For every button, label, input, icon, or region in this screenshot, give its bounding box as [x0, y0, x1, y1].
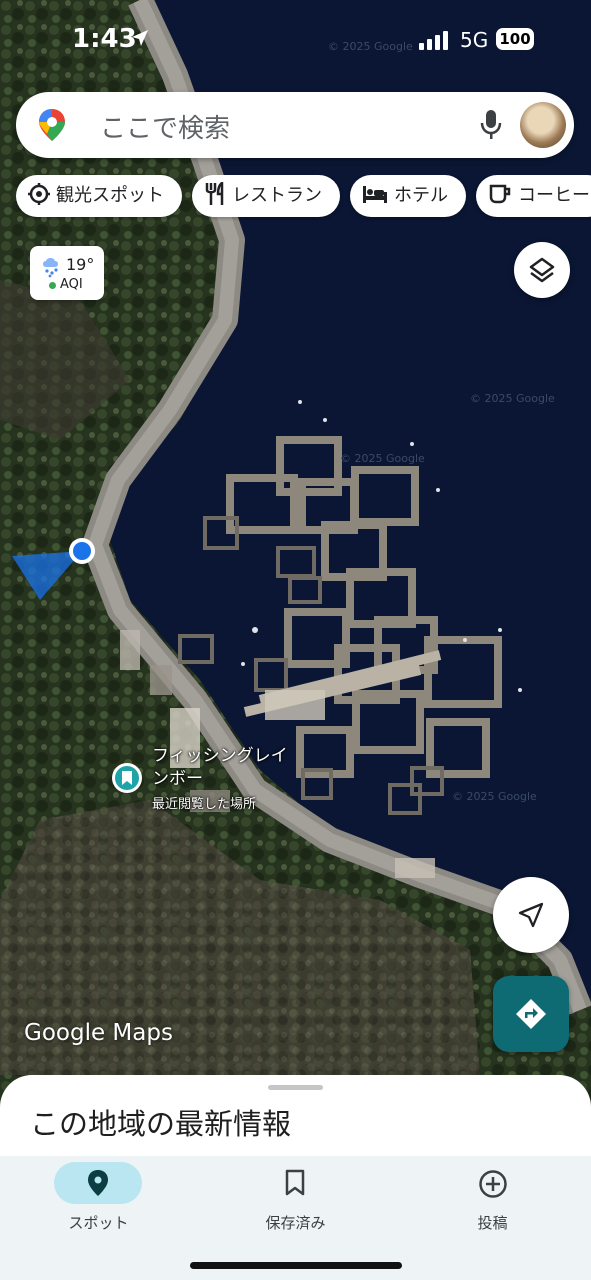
sheet-title: この地域の最新情報	[30, 1107, 292, 1141]
google-maps-pin-icon	[38, 108, 66, 146]
attraction-icon	[28, 182, 50, 210]
google-maps-watermark: Google Maps	[24, 1020, 173, 1046]
nav-label: 投稿	[477, 1214, 508, 1232]
bookmark-icon	[283, 1169, 307, 1201]
place-label[interactable]: フィッシングレイ ンボー 最近閲覧した場所	[152, 745, 288, 812]
weather-temperature: 19°	[66, 255, 95, 274]
restaurant-icon	[204, 180, 226, 211]
nav-item-contribute[interactable]: 投稿	[394, 1156, 591, 1266]
chip-attractions[interactable]: 観光スポット	[16, 175, 182, 217]
nav-item-spots[interactable]: スポット	[0, 1156, 197, 1266]
directions-icon	[513, 996, 549, 1036]
network-type: 5G	[460, 28, 489, 52]
map-copyright: © 2025 Google	[470, 392, 555, 405]
category-chips: 観光スポット レストラン ホテル コーヒー	[16, 175, 591, 221]
sheet-drag-handle[interactable]	[268, 1085, 323, 1090]
home-indicator	[190, 1262, 402, 1269]
nav-label: スポット	[68, 1214, 129, 1232]
cell-signal-icon	[418, 30, 450, 54]
directions-button[interactable]	[493, 976, 569, 1052]
search-bar[interactable]: ここで検索	[16, 92, 574, 158]
layers-button[interactable]	[514, 242, 570, 298]
chip-coffee[interactable]: コーヒー	[476, 175, 591, 217]
chip-restaurants[interactable]: レストラン	[192, 175, 340, 217]
aqi-label: AQI	[60, 277, 83, 292]
aqi-status-dot	[49, 282, 56, 289]
navigation-arrow-icon	[517, 901, 545, 933]
profile-avatar[interactable]	[520, 102, 566, 148]
battery-level: 100	[496, 28, 534, 50]
chip-label: レストラン	[232, 185, 322, 206]
hotel-icon	[362, 184, 388, 209]
microphone-icon[interactable]	[478, 108, 504, 146]
search-input[interactable]: ここで検索	[100, 108, 230, 145]
layers-icon	[528, 256, 556, 288]
map-copyright: © 2025 Google	[340, 452, 425, 465]
status-bar: 1:43 5G 100	[0, 0, 591, 80]
coffee-icon	[488, 183, 512, 210]
weather-widget[interactable]: 19° AQI	[30, 246, 104, 300]
map-copyright: © 2025 Google	[452, 790, 537, 803]
status-time: 1:43	[72, 24, 137, 54]
place-name-line2: ンボー	[152, 769, 203, 789]
chip-label: ホテル	[394, 185, 448, 206]
chip-label: コーヒー	[518, 185, 590, 206]
nav-item-saved[interactable]: 保存済み	[197, 1156, 394, 1266]
chip-hotels[interactable]: ホテル	[350, 175, 466, 217]
add-circle-icon	[478, 1169, 508, 1203]
location-pin-icon	[86, 1169, 110, 1201]
location-arrow-icon	[130, 28, 150, 53]
place-subtitle: 最近閲覧した場所	[152, 797, 257, 812]
chip-label: 観光スポット	[56, 185, 164, 206]
recenter-button[interactable]	[493, 877, 569, 953]
place-name-line1: フィッシングレイ	[152, 746, 288, 766]
nav-label: 保存済み	[265, 1214, 326, 1232]
